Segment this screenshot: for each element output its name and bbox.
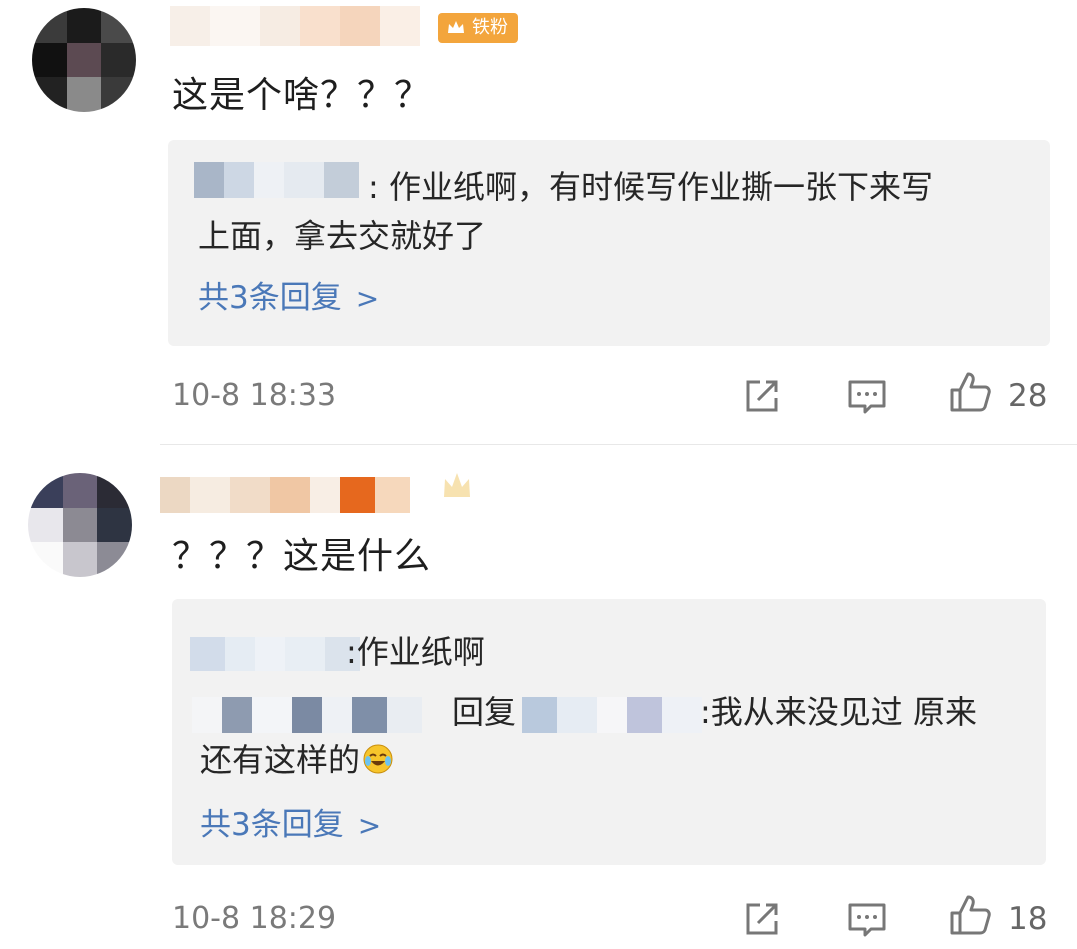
reply-box[interactable]: :作业纸啊 回复 :我从来没见过 原来 还有这样的 共3条回复 > bbox=[172, 599, 1046, 865]
chevron-right-icon: > bbox=[357, 809, 382, 842]
username-blurred[interactable] bbox=[160, 477, 420, 513]
comment-text: ？？？这是什么 bbox=[172, 536, 432, 577]
reply-text: : 作业纸啊，有时候写作业撕一张下来写 bbox=[368, 168, 933, 206]
more-replies-label: 共3条回复 bbox=[200, 807, 344, 843]
fan-badge: 铁粉 bbox=[438, 13, 518, 43]
reply-username-blurred[interactable] bbox=[192, 697, 452, 733]
comment-time: 10-8 18:29 bbox=[172, 901, 337, 936]
chevron-right-icon: > bbox=[355, 282, 380, 315]
share-icon[interactable] bbox=[740, 897, 784, 941]
share-icon[interactable] bbox=[740, 374, 784, 418]
more-replies-label: 共3条回复 bbox=[198, 280, 342, 316]
reply-username-blurred[interactable] bbox=[190, 637, 360, 671]
more-replies-link[interactable]: 共3条回复 > bbox=[198, 278, 379, 319]
avatar[interactable] bbox=[32, 8, 136, 112]
avatar[interactable] bbox=[28, 473, 132, 577]
badge-label: 铁粉 bbox=[472, 17, 508, 38]
comment-icon[interactable] bbox=[845, 374, 889, 418]
like-count: 18 bbox=[1008, 901, 1048, 937]
reply-text: :我从来没见过 原来 bbox=[700, 693, 977, 731]
reply-text: :作业纸啊 bbox=[346, 633, 485, 671]
divider bbox=[160, 444, 1077, 445]
comment-item: ？？？这是什么 :作业纸啊 回复 :我从来没见过 原来 还有这样的 共3条回复 … bbox=[0, 455, 1077, 949]
reply-word: 回复 bbox=[452, 693, 517, 731]
thumbs-up-icon[interactable] bbox=[948, 893, 992, 937]
reply-text-continued: 上面，拿去交就好了 bbox=[198, 217, 487, 255]
reply-box[interactable]: : 作业纸啊，有时候写作业撕一张下来写 上面，拿去交就好了 共3条回复 > bbox=[168, 140, 1050, 346]
reply-target-blurred[interactable] bbox=[522, 697, 702, 733]
reply-username-blurred[interactable] bbox=[194, 162, 359, 198]
crown-icon bbox=[448, 21, 464, 33]
comment-text: 这是个啥？？？ bbox=[172, 75, 432, 116]
username-blurred[interactable] bbox=[170, 6, 420, 46]
more-replies-link[interactable]: 共3条回复 > bbox=[200, 805, 381, 846]
crown-icon bbox=[444, 473, 470, 497]
reply-text-continued: 还有这样的 bbox=[200, 737, 394, 783]
like-count: 28 bbox=[1008, 378, 1048, 414]
thumbs-up-icon[interactable] bbox=[948, 370, 992, 414]
laughing-crying-emoji-icon bbox=[363, 744, 393, 774]
comment-time: 10-8 18:33 bbox=[172, 378, 337, 413]
comment-icon[interactable] bbox=[845, 897, 889, 941]
comment-item: 铁粉 这是个啥？？？ : 作业纸啊，有时候写作业撕一张下来写 上面，拿去交就好了… bbox=[0, 0, 1077, 445]
